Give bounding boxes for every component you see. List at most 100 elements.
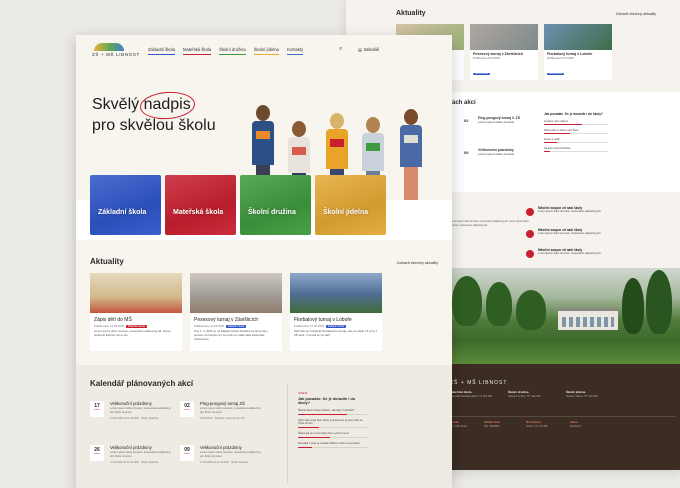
site-logo[interactable]: ZŠ + MŠ LIBNOST [92,43,139,59]
back-card-tag: Školní jídelna [547,73,565,75]
news-card-date: Publikováno 13.04.2025 [94,324,125,328]
footer-col2: Školní jídelna Telefon: 777 123 456 [526,422,547,429]
hero-title-highlight: nadpis [144,95,191,116]
tile-photo [165,175,236,235]
back-poll-bar [544,133,608,134]
event-info: Velikonoční prázdniny Lorem ipsum dolor … [200,445,262,464]
back-card-image [544,24,612,50]
poll-bar [298,447,368,448]
nav-item-zakladni-skola[interactable]: Základní škola [148,47,175,55]
news-card[interactable]: Florbalový turnaj v Loboře Publikováno 0… [290,273,382,351]
calendar-title: Kalendář plánovaných akcí [90,379,194,388]
poll-option[interactable]: Školně školní zdroj a školou. Jak tady 5… [298,409,368,412]
back-card-image [470,24,538,50]
footer-col: Školní družina Vedoucí družiny 777 123 4… [508,390,540,399]
tree [452,276,482,326]
back-event-text: Lorem ipsum dolor sit amet [478,152,515,156]
back-event-day: 02 [464,118,469,123]
news-card-title: Zápis dětí do MŠ [94,317,132,323]
back-poll-option[interactable]: Pěšky jako ve škole nebo školy [544,129,608,132]
tree [486,282,512,326]
hero-title-part: Skvělý [92,96,140,113]
back-quote-text: Lorem ipsum dolor sit amet, consectetur … [538,210,602,213]
event-info: Velikonoční prázdniny Lorem ipsum dolor … [110,445,172,464]
footer-col-text: Kancelář Mateřské školy 777 123 456 [450,394,492,398]
footer-col2-text: Libnost 64 [570,425,581,428]
back-news-card[interactable]: Pexesový turnaj v Závišlicích Publikován… [470,24,538,80]
language-label: Bekoláři [364,47,380,52]
tile-photo [90,175,161,235]
event-title: Velikonoční prázdniny [200,445,242,450]
back-quote-text: Lorem ipsum dolor sit amet, consectetur … [538,232,602,235]
school-building [558,308,618,330]
tree [646,270,672,334]
back-event[interactable]: Ping-pongový turnaj 3. ZŠ Lorem ipsum do… [478,116,534,124]
search-icon[interactable]: ⌕ [339,46,342,53]
footer-col-text: Vedoucí jídelny 777 123 456 [566,394,598,398]
back-calendar-title: ách akcí [452,100,476,106]
event-meta: 17.04.2025 až 21.04.2025 · Škola: Kateři… [110,416,159,420]
news-card-image [90,273,182,313]
news-card-text: Dne 1. 4. 2025 se na Základní škole Závi… [194,329,268,341]
news-card[interactable]: Pexesový turnaj v Závišlicích Publikován… [190,273,282,351]
tile-photo [315,175,386,235]
hero-title-part: pro skvělou školu [92,116,216,134]
poll-option[interactable]: Školní jak se na pro školy bez a pro ho … [298,432,368,435]
calendar-event[interactable]: 09 květen Velikonoční prázdniny Lorem ip… [180,445,266,483]
news-card[interactable]: Zápis dětí do MŠ Publikováno 13.04.2025 … [90,273,182,351]
event-meta: 17.04.2025 až 21.04.2025 · Škola: Kateři… [110,460,159,464]
poll-kicker: ANKETA [298,392,308,395]
poll-question: Jak pozadáe. Ke je dorazite í do školy? [298,397,356,405]
logo-text: ZŠ + MŠ LIBNOST [92,52,140,57]
poll-option[interactable]: Pomaluá v aniu se na dele žádnou zmínu t… [298,442,368,445]
calendar-event[interactable]: 17 duben Velikonoční prázdniny Lorem ips… [90,401,176,439]
calendar-event[interactable]: 26 duben Velikonoční prázdniny Lorem ips… [90,445,176,483]
logo-hills-icon [94,43,124,51]
event-date-badge: 02 květen [180,401,194,417]
tile-skolni-druzina[interactable]: Školní družina [240,175,311,235]
news-card-tag: Základní škola [226,324,247,328]
footer-col2-text: ZŠ + MŠ Libnost [450,425,468,428]
back-poll-option[interactable]: Na kole nebo koloběžce [544,147,608,150]
back-quote-dot [526,208,534,216]
tile-materska-skola[interactable]: Mateřská škola [165,175,236,235]
back-quotes-text: Lorem ipsum dolor sit amet, consectetur … [450,220,529,227]
language-switch[interactable]: Bekoláři [358,47,379,52]
poll-bar [298,437,368,438]
footer-col2: Základní škola IČO: 70843678 [484,422,500,429]
back-news-card[interactable]: Florbalový turnaj v Loboře Publikováno 0… [544,24,612,80]
news-card-date: Publikováno 22.04.2025 [194,324,225,328]
event-day: 09 [184,447,190,453]
event-text: Lorem ipsum dolor sit amet, consectetur … [110,407,171,414]
event-date-badge: 09 květen [180,445,194,461]
news-card-image [190,273,282,313]
back-news-all-link[interactable]: Zobrazit všechny aktuality [616,12,656,16]
event-day: 26 [94,447,100,453]
hero-title: Skvělý nadpis pro skvělou školu [92,95,242,137]
back-quote-dot [526,250,534,258]
poll-option[interactable]: Velmi ráje svoje dnes školy a pravá sem … [298,419,368,425]
tile-skolni-jidelna[interactable]: Školní jídelna [315,175,386,235]
back-poll-option[interactable]: Autobus nebo vlakem [544,120,608,123]
news-card-date: Publikováno 07.04.2025 [294,324,325,328]
event-text: Lorem ipsum dolor sit amet, consectetur … [200,407,261,414]
main-nav: ZŠ + MŠ LIBNOST Základní škola Mateřská … [76,35,452,65]
nav-item-skolni-druzina[interactable]: Školní družina [219,47,246,55]
news-card-title: Pexesový turnaj v Závišlicích [194,317,259,323]
back-quote: Měsíční soupor zít naší školy Lorem ipsu… [538,228,614,235]
news-card-title: Florbalový turnaj v Loboře [294,317,352,323]
tile-zakladni-skola[interactable]: Základní škola [90,175,161,235]
back-footer: ZŠ + MŠ LIBNOST Mateřská škola Kancelář … [446,364,680,470]
event-title: Velikonoční prázdniny [110,401,152,406]
nav-item-materska-skola[interactable]: Mateřská škola [183,47,212,55]
nav-item-kontakty[interactable]: Kontakty [286,47,304,55]
back-event[interactable]: Velikonoční prázdniny Lorem ipsum dolor … [478,148,534,156]
footer-col2: Adresa Libnost 64 [570,422,581,429]
nav-item-skolni-jidelna[interactable]: Školní jídelna [253,47,279,55]
news-title: Aktuality [90,257,124,266]
back-event-day: 09 [464,150,469,155]
back-poll-option[interactable]: Autem s rodiči [544,138,608,141]
calendar-event[interactable]: 02 květen Ping-pongový turnaj ZŠ Lorem i… [180,401,266,439]
event-title: Ping-pongový turnaj ZŠ [200,401,245,406]
news-all-link[interactable]: Zobrazit všechny aktuality [397,261,438,265]
